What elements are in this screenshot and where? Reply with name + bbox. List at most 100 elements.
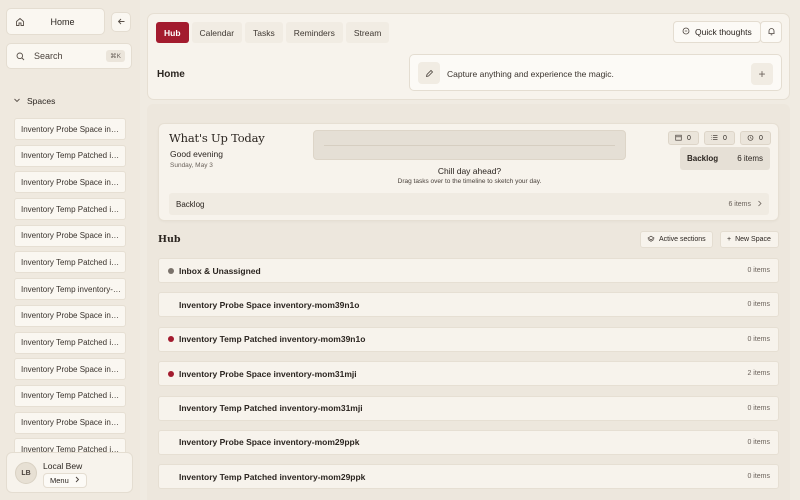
arrow-left-icon <box>117 17 126 28</box>
quick-thoughts-button[interactable]: Quick thoughts <box>673 21 761 43</box>
sidebar-space-item[interactable]: Inventory Probe Space inventory-mom31mji <box>14 171 126 194</box>
plus-icon: + <box>727 236 732 243</box>
notifications-button[interactable] <box>760 21 782 43</box>
status-dot <box>168 267 174 274</box>
spaces-label: Spaces <box>27 96 56 106</box>
hub-row-count: 0 items <box>747 301 770 309</box>
sidebar-space-item[interactable]: Inventory Temp Patched inventory <box>14 384 126 407</box>
hub-list: Inbox & Unassigned 0 items Inventory Probe… <box>158 258 779 499</box>
tab-hub[interactable]: Hub <box>156 22 189 43</box>
chevron-right-icon <box>757 200 762 209</box>
tab-bar: Hub Calendar Tasks Reminders Stream <box>156 22 390 43</box>
spaces-toggle[interactable]: Spaces <box>13 96 55 106</box>
sidebar-space-label: Inventory Temp inventory-mom2 <box>21 284 121 294</box>
status-dot <box>168 439 174 445</box>
timeline-dropzone[interactable] <box>313 130 626 160</box>
sidebar-space-label: Inventory Temp Patched inventory <box>21 391 121 401</box>
sidebar-space-label: Inventory Temp Patched inventory-mom29pp… <box>21 257 121 267</box>
calendar-icon <box>675 134 682 143</box>
status-dot <box>168 405 174 411</box>
hub-row[interactable]: Inventory Probe Space inventory-mom31mji… <box>158 361 779 387</box>
bell-icon <box>767 27 776 38</box>
search-label: Search <box>34 51 63 61</box>
hub-row[interactable]: Inventory Temp Patched inventory-mom39n1… <box>158 326 779 352</box>
tab-reminders[interactable]: Reminders <box>285 22 343 43</box>
sidebar-space-item[interactable]: Inventory Temp Patched inventory-mom39n1… <box>14 144 126 167</box>
hub-row-name: Inventory Temp Patched inventory-mom39n1… <box>179 334 366 345</box>
backlog-popup[interactable]: Backlog 6 items <box>680 147 770 170</box>
hub-title: Hub <box>158 234 181 245</box>
active-sections-button[interactable]: Active sections <box>640 231 713 248</box>
status-dot <box>168 474 174 480</box>
whats-up-today-card: What's Up Today Good evening Sunday, May… <box>158 123 779 221</box>
sidebar-space-item[interactable]: Inventory Probe Space inventory-mom29ppk <box>14 224 126 247</box>
hub-row[interactable]: Inventory Temp Patched inventory-mom29pp… <box>158 464 779 490</box>
tasks-counter[interactable]: 0 <box>704 131 735 145</box>
sidebar-space-item[interactable]: Inventory Temp Patched inventory-mom29pp… <box>14 251 126 274</box>
hub-row-name: Inventory Temp Patched inventory-mom31mj… <box>179 403 363 414</box>
hub-row-count: 0 items <box>747 404 770 412</box>
sidebar-space-item[interactable]: Inventory Temp Patched inventory <box>14 331 126 354</box>
backlog-row[interactable]: Backlog 6 items <box>169 193 769 215</box>
backlog-popup-label: Backlog <box>687 154 719 163</box>
sidebar-space-label: Inventory Probe Space inventory <box>21 364 121 374</box>
backlog-label: Backlog <box>176 199 205 209</box>
empty-subtitle: Drag tasks over to the timeline to sketc… <box>397 178 542 185</box>
today-title: What's Up Today <box>169 131 265 145</box>
collapse-sidebar-button[interactable] <box>111 12 131 32</box>
sidebar-space-item[interactable]: Inventory Temp inventory-mom2 <box>14 278 126 301</box>
add-capture-button[interactable]: + <box>751 63 773 85</box>
header-panel: Hub Calendar Tasks Reminders Stream Quick th… <box>147 13 790 100</box>
list-icon <box>711 134 718 143</box>
hub-row[interactable]: Inventory Temp Patched inventory-mom31mj… <box>158 395 779 421</box>
events-count: 0 <box>687 134 691 142</box>
sidebar: Home Search ⌘K Spaces Inventory Probe Sp… <box>0 0 140 500</box>
hub-row-name: Inventory Probe Space inventory-mom39n1o <box>179 299 360 310</box>
sidebar-space-item[interactable]: Inventory Probe Space inventory-mom39n1o <box>14 118 126 140</box>
sidebar-space-item[interactable]: Inventory Probe Space inventory <box>14 411 126 434</box>
menu-button[interactable]: Menu <box>43 473 87 488</box>
menu-label: Menu <box>50 476 69 485</box>
pen-icon <box>418 62 440 84</box>
hub-row[interactable]: Inventory Probe Space inventory-mom29ppk… <box>158 429 779 455</box>
hub-row[interactable]: Inbox & Unassigned 0 items <box>158 258 779 283</box>
page-title: Home <box>157 69 185 80</box>
user-name: Local Bew <box>43 461 83 471</box>
empty-title: Chill day ahead? <box>437 166 502 176</box>
events-counter[interactable]: 0 <box>668 131 699 145</box>
hub-row-count: 0 items <box>747 438 770 446</box>
new-space-button[interactable]: + New Space <box>720 231 779 248</box>
avatar[interactable]: LB <box>15 462 37 484</box>
search-shortcut: ⌘K <box>106 50 125 62</box>
today-date: Sunday, May 3 <box>170 162 213 169</box>
hub-row-name: Inventory Probe Space inventory-mom31mji <box>179 368 357 379</box>
search-input[interactable]: Search ⌘K <box>6 43 132 69</box>
sidebar-space-label: Inventory Probe Space inventory-mom31mji <box>21 177 121 187</box>
hub-row-name: Inventory Probe Space inventory-mom29ppk <box>179 437 360 448</box>
chevron-right-icon <box>74 476 80 485</box>
tab-calendar[interactable]: Calendar <box>191 22 243 43</box>
house-icon <box>15 17 29 27</box>
sidebar-space-label: Inventory Probe Space inventory <box>21 311 121 321</box>
home-button[interactable]: Home <box>6 8 105 35</box>
sidebar-space-label: Inventory Probe Space inventory <box>21 418 121 428</box>
reminders-counter[interactable]: 0 <box>740 131 771 145</box>
status-dot <box>168 302 174 308</box>
hub-row-name: Inventory Temp Patched inventory-mom29pp… <box>179 471 366 482</box>
hub-row[interactable]: Inventory Probe Space inventory-mom39n1o… <box>158 292 779 318</box>
backlog-popup-count: 6 items <box>737 154 763 163</box>
tab-stream[interactable]: Stream <box>345 22 390 43</box>
sidebar-space-label: Inventory Temp Patched inventory <box>21 338 121 347</box>
tab-tasks[interactable]: Tasks <box>245 22 283 43</box>
active-sections-label: Active sections <box>659 236 706 243</box>
home-label: Home <box>50 16 75 27</box>
search-icon <box>16 52 25 61</box>
greeting: Good evening <box>170 149 223 159</box>
sidebar-space-item[interactable]: Inventory Probe Space inventory <box>14 304 126 327</box>
reminders-count: 0 <box>759 134 763 142</box>
capture-placeholder: Capture anything and experience the magi… <box>447 69 614 79</box>
sidebar-space-item[interactable]: Inventory Probe Space inventory <box>14 358 126 381</box>
hub-row-count: 0 items <box>747 267 770 274</box>
sidebar-space-item[interactable]: Inventory Temp Patched inventory-mom31mj… <box>14 198 126 221</box>
capture-input[interactable]: Capture anything and experience the magi… <box>409 54 782 91</box>
